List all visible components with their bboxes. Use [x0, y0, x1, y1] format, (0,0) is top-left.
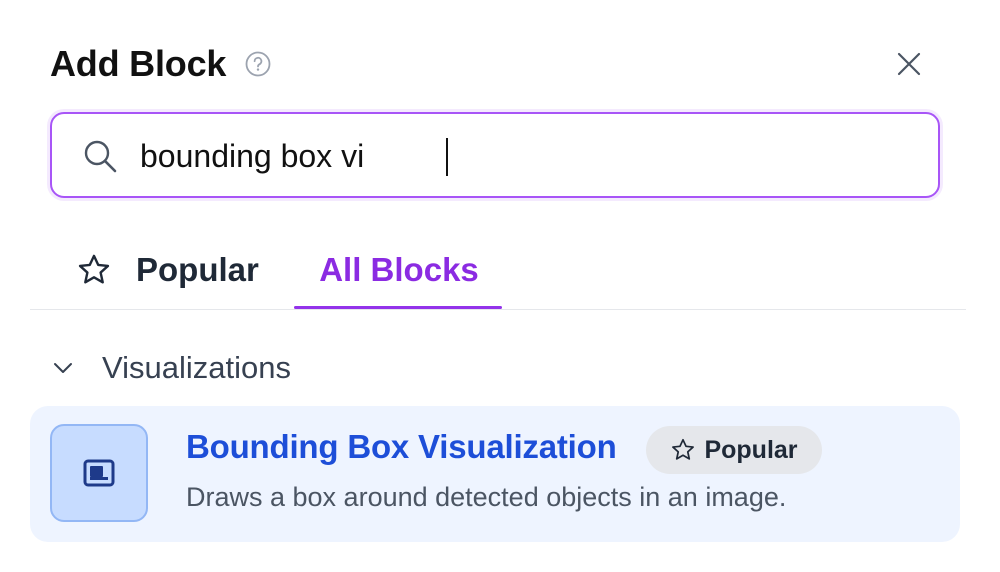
badge-label: Popular [704, 435, 798, 464]
block-result-item[interactable]: Bounding Box Visualization Popular Draws… [30, 406, 960, 542]
section-header-visualizations[interactable]: Visualizations [50, 345, 291, 391]
search-box[interactable] [50, 112, 940, 198]
panel-title: Add Block [50, 43, 227, 84]
active-tab-indicator [294, 306, 502, 309]
tab-all-blocks-label: All Blocks [319, 251, 479, 288]
tab-bar: Popular All Blocks [30, 230, 966, 310]
search-icon [84, 140, 117, 173]
star-outline-icon [78, 254, 110, 284]
add-block-panel: Add Block Popular All Block [0, 0, 1000, 572]
tab-popular-label: Popular [136, 251, 259, 288]
text-caret [446, 138, 448, 176]
header: Add Block [50, 38, 272, 90]
help-icon[interactable] [244, 50, 272, 78]
block-name: Bounding Box Visualization [186, 428, 617, 465]
chevron-down-icon [54, 363, 72, 373]
search-input[interactable] [140, 132, 920, 180]
popular-badge: Popular [646, 426, 822, 474]
section-title: Visualizations [102, 350, 291, 385]
tab-all-blocks[interactable]: All Blocks [296, 230, 502, 310]
close-icon[interactable] [892, 47, 926, 81]
tab-popular[interactable]: Popular [76, 230, 259, 310]
block-description: Draws a box around detected objects in a… [186, 482, 787, 512]
bounding-box-icon [50, 424, 148, 522]
star-outline-icon [672, 438, 695, 460]
